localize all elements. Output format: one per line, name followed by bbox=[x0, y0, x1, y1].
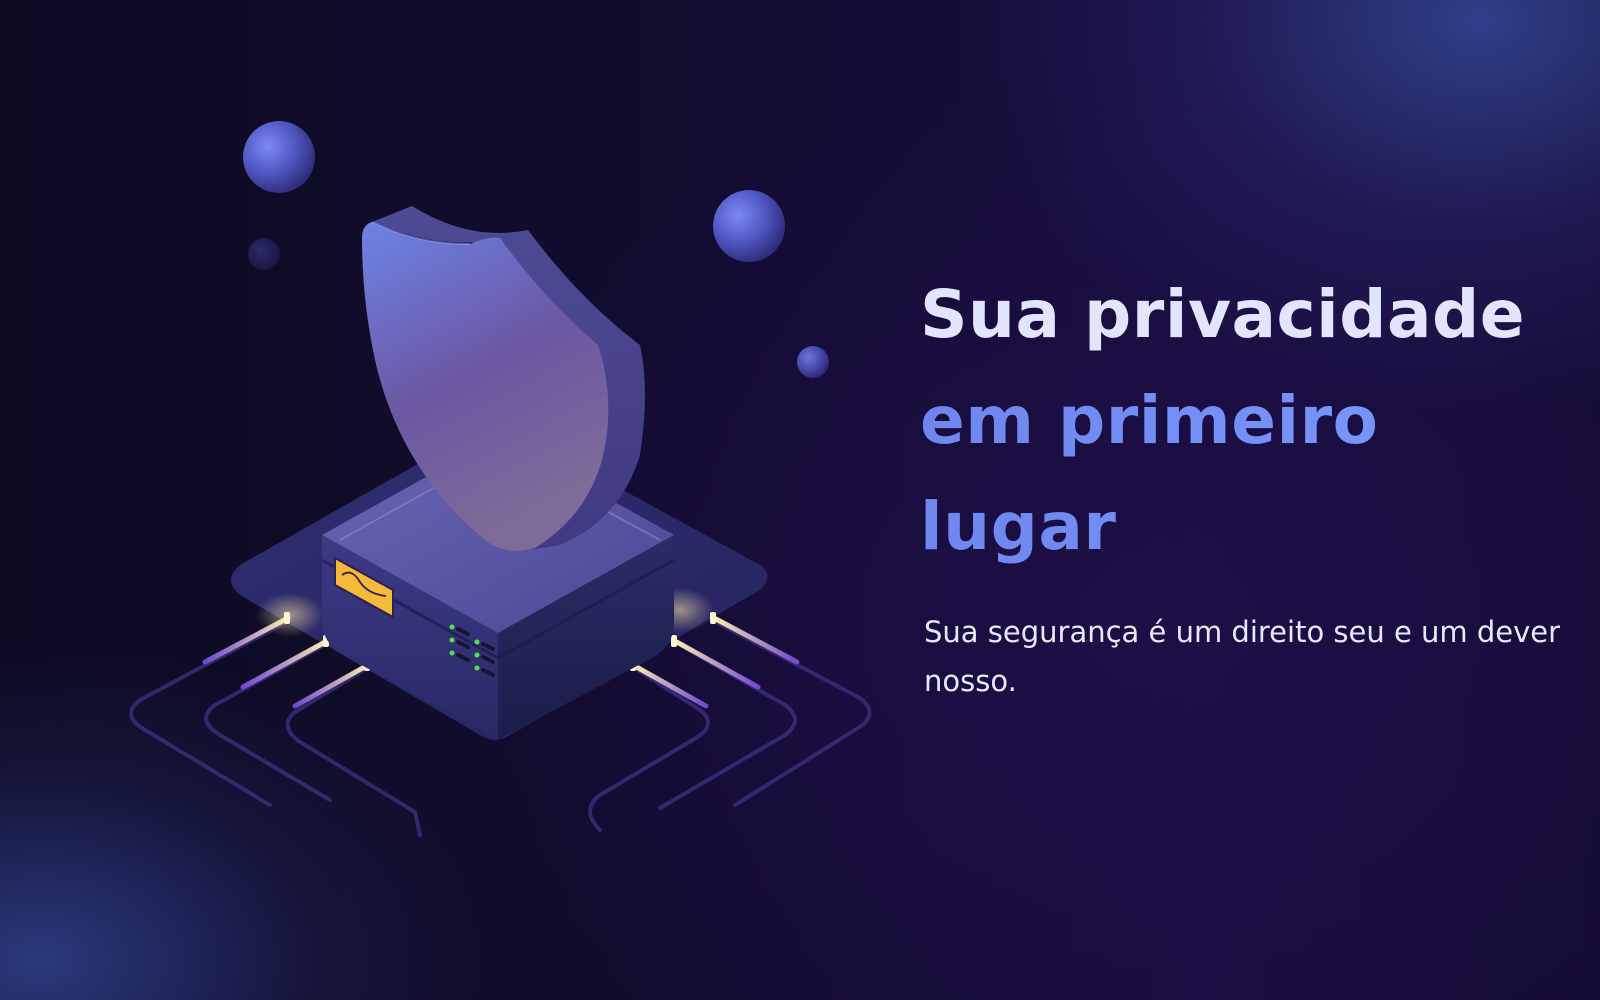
orb bbox=[797, 346, 829, 378]
orb bbox=[713, 190, 785, 262]
orb bbox=[243, 121, 315, 193]
shield-server-illustration bbox=[100, 90, 900, 890]
hero-subtitle: Sua segurança é um direito seu e um deve… bbox=[924, 615, 1561, 698]
page: Sua privacidade em primeiro lugar Sua se… bbox=[0, 0, 1600, 1000]
hero-headline: Sua privacidade em primeiro lugar bbox=[920, 262, 1580, 580]
hero-copy: Sua privacidade em primeiro lugar Sua se… bbox=[920, 262, 1580, 706]
headline-line-2: em primeiro lugar bbox=[920, 368, 1580, 580]
headline-line-1: Sua privacidade bbox=[920, 276, 1526, 353]
orb bbox=[248, 238, 280, 270]
shield-server-icon bbox=[129, 121, 872, 837]
